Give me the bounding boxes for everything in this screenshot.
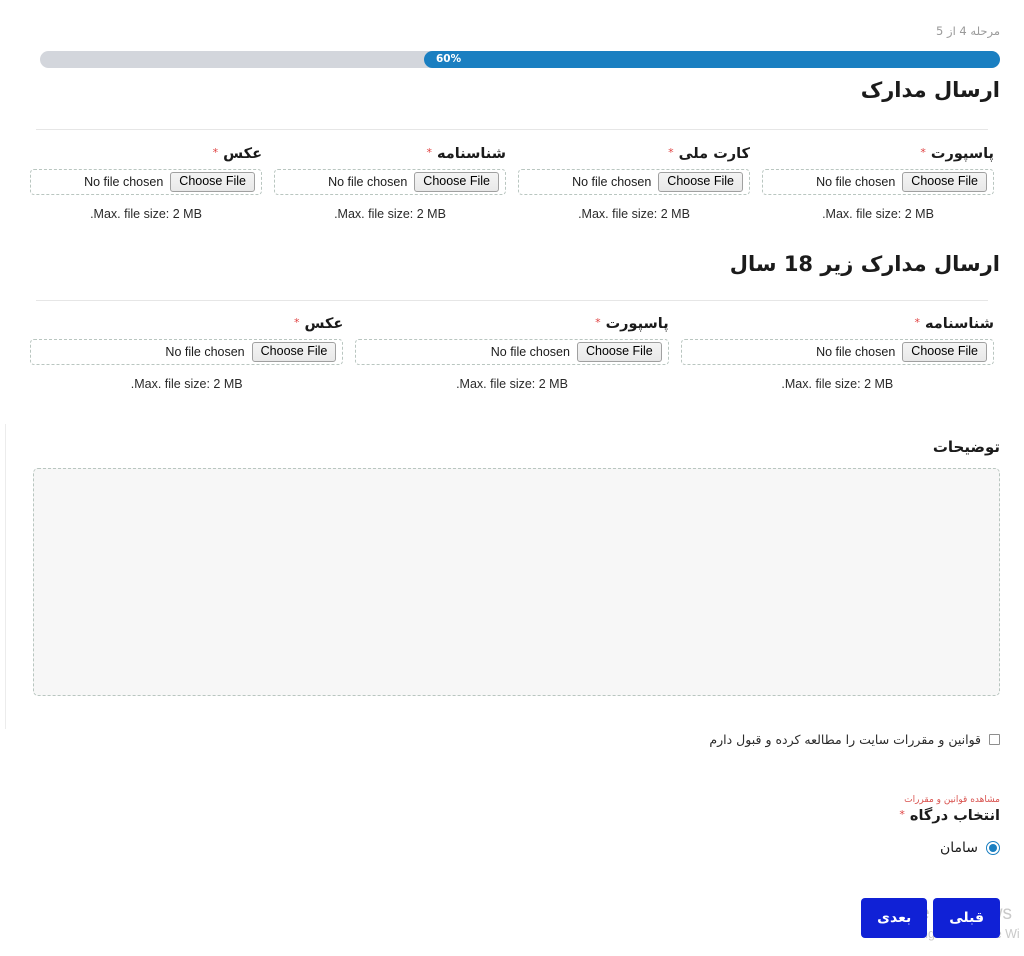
choose-file-button[interactable]: Choose File bbox=[658, 172, 743, 192]
terms-checkbox[interactable] bbox=[989, 734, 1000, 745]
max-file-size-hint: .Max. file size: 2 MB bbox=[130, 377, 243, 391]
choose-file-button[interactable]: Choose File bbox=[414, 172, 499, 192]
label-text: شناسنامه bbox=[436, 146, 506, 162]
no-file-chosen-text: No file chosen bbox=[816, 345, 896, 359]
progress-bar: 60% bbox=[40, 51, 1000, 68]
no-file-chosen-text: No file chosen bbox=[490, 345, 570, 359]
no-file-chosen-text: No file chosen bbox=[816, 175, 896, 189]
file-input-minor-birth-certificate[interactable]: Choose File No file chosen bbox=[680, 339, 994, 365]
terms-label: قوانین و مقررات سایت را مطالعه کرده و قب… bbox=[709, 732, 981, 747]
no-file-chosen-text: No file chosen bbox=[165, 345, 245, 359]
label-text: شناسنامه bbox=[924, 316, 994, 332]
required-asterisk: * bbox=[595, 316, 601, 329]
choose-file-button[interactable]: Choose File bbox=[170, 172, 255, 192]
upload-field-passport: پاسپورت * Choose File No file chosen .Max… bbox=[756, 146, 1000, 221]
upload-field-passport-label: پاسپورت * bbox=[762, 146, 994, 162]
upload-field-minor-birth-certificate-label: شناسنامه * bbox=[681, 316, 994, 332]
max-file-size-hint: .Max. file size: 2 MB bbox=[334, 207, 446, 221]
gateway-option-label: سامان bbox=[939, 840, 978, 856]
upload-row-minor: شناسنامه * Choose File No file chosen .Ma… bbox=[24, 316, 1000, 391]
progress-bar-fill: 60% bbox=[424, 51, 1000, 68]
file-input-photo[interactable]: Choose File No file chosen bbox=[30, 169, 262, 195]
previous-button[interactable]: قبلی bbox=[933, 898, 1000, 938]
required-asterisk: * bbox=[294, 316, 300, 329]
upload-field-national-card: کارت ملی * Choose File No file chosen .Ma… bbox=[512, 146, 756, 221]
required-asterisk: * bbox=[668, 146, 674, 159]
choose-file-button[interactable]: Choose File bbox=[251, 342, 337, 362]
step-counter: مرحله 4 از 5 bbox=[936, 24, 1000, 38]
label-text: کارت ملی bbox=[678, 146, 750, 162]
max-file-size-hint: .Max. file size: 2 MB bbox=[822, 207, 934, 221]
max-file-size-hint: .Max. file size: 2 MB bbox=[781, 377, 894, 391]
label-text: پاسپورت bbox=[605, 316, 669, 332]
view-terms-link[interactable]: مشاهده قوانین و مقررات bbox=[904, 795, 1000, 805]
required-asterisk: * bbox=[426, 146, 432, 159]
upload-field-birth-certificate: شناسنامه * Choose File No file chosen .Ma… bbox=[268, 146, 512, 221]
no-file-chosen-text: No file chosen bbox=[84, 175, 164, 189]
required-asterisk: * bbox=[212, 146, 219, 159]
file-input-passport[interactable]: Choose File No file chosen bbox=[762, 169, 994, 195]
file-input-minor-passport[interactable]: Choose File No file chosen bbox=[355, 339, 669, 365]
section-divider-2 bbox=[36, 300, 988, 301]
label-text: انتخاب درگاه bbox=[909, 808, 1000, 824]
section-divider-1 bbox=[36, 129, 988, 130]
file-input-minor-photo[interactable]: Choose File No file chosen bbox=[30, 339, 344, 365]
terms-row[interactable]: قوانین و مقررات سایت را مطالعه کرده و قب… bbox=[709, 732, 1000, 747]
radio-saman[interactable] bbox=[986, 841, 1000, 855]
gateway-label: انتخاب درگاه * bbox=[899, 808, 1000, 824]
upload-field-minor-photo-label: عکس * bbox=[30, 316, 343, 332]
max-file-size-hint: .Max. file size: 2 MB bbox=[578, 207, 690, 221]
file-input-national-card[interactable]: Choose File No file chosen bbox=[518, 169, 750, 195]
section-title-documents: ارسال مدارک bbox=[860, 78, 1000, 102]
section-title-documents-under-18: ارسال مدارک زیر 18 سال bbox=[729, 252, 1000, 276]
upload-field-minor-photo: عکس * Choose File No file chosen .Max. fi… bbox=[24, 316, 349, 391]
no-file-chosen-text: No file chosen bbox=[572, 175, 652, 189]
choose-file-button[interactable]: Choose File bbox=[902, 342, 987, 362]
upload-field-national-card-label: کارت ملی * bbox=[518, 146, 750, 162]
upload-field-photo: عکس * Choose File No file chosen .Max. fi… bbox=[24, 146, 268, 221]
upload-field-minor-passport: پاسپورت * Choose File No file chosen .Max… bbox=[349, 316, 674, 391]
max-file-size-hint: .Max. file size: 2 MB bbox=[456, 377, 568, 391]
choose-file-button[interactable]: Choose File bbox=[576, 342, 662, 362]
upload-field-birth-certificate-label: شناسنامه * bbox=[274, 146, 506, 162]
max-file-size-hint: .Max. file size: 2 MB bbox=[90, 207, 202, 221]
comments-textarea[interactable] bbox=[33, 468, 1000, 696]
required-asterisk: * bbox=[920, 146, 926, 159]
wizard-button-row: قبلی بعدی bbox=[861, 898, 1000, 938]
upload-field-minor-birth-certificate: شناسنامه * Choose File No file chosen .Ma… bbox=[675, 316, 1000, 391]
progress-percent-label: 60% bbox=[436, 53, 462, 66]
choose-file-button[interactable]: Choose File bbox=[902, 172, 987, 192]
comments-label: توضیحات bbox=[932, 438, 1000, 456]
label-text: پاسپورت bbox=[930, 146, 994, 162]
upload-field-photo-label: عکس * bbox=[30, 146, 262, 162]
upload-field-minor-passport-label: پاسپورت * bbox=[355, 316, 669, 332]
label-text: عکس bbox=[223, 146, 262, 162]
gateway-option-saman[interactable]: سامان bbox=[940, 840, 1000, 856]
file-input-birth-certificate[interactable]: Choose File No file chosen bbox=[274, 169, 506, 195]
container-left-edge bbox=[5, 424, 6, 729]
required-asterisk: * bbox=[899, 808, 905, 821]
label-text: عکس bbox=[304, 316, 344, 332]
next-button[interactable]: بعدی bbox=[861, 898, 928, 938]
page-root: مرحله 4 از 5 60% ارسال مدارک پاسپورت * Ch… bbox=[0, 0, 1024, 956]
upload-row-adult: پاسپورت * Choose File No file chosen .Max… bbox=[24, 146, 1000, 221]
required-asterisk: * bbox=[914, 316, 920, 329]
no-file-chosen-text: No file chosen bbox=[328, 175, 408, 189]
